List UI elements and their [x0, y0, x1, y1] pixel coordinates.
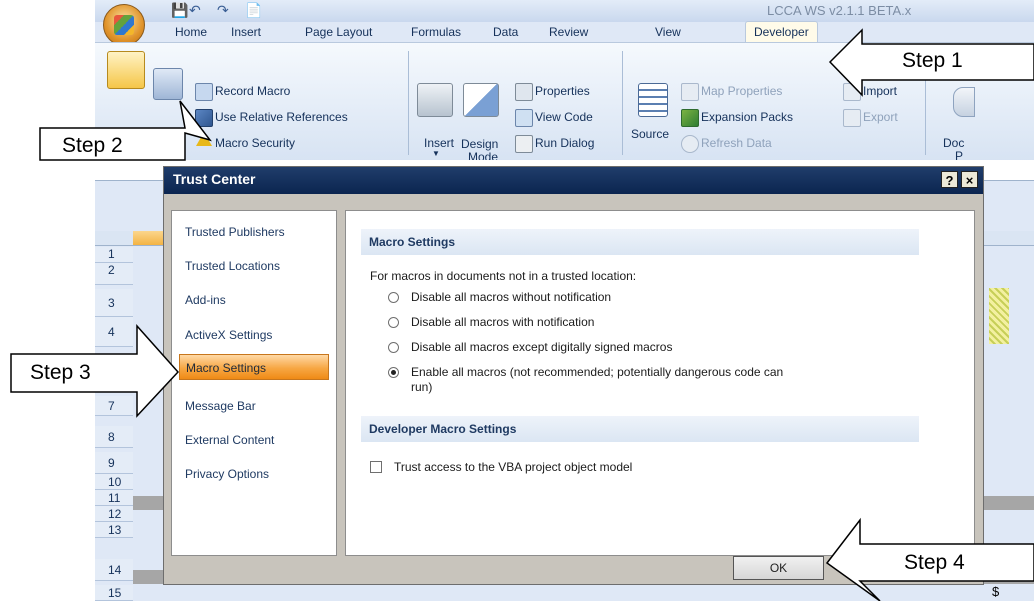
step2-callout: Step 2 [62, 134, 123, 157]
step4-callout: Step 4 [904, 551, 965, 574]
step1-callout: Step 1 [902, 49, 963, 72]
step3-callout: Step 3 [30, 361, 91, 384]
callout-arrows [10, 28, 1034, 601]
